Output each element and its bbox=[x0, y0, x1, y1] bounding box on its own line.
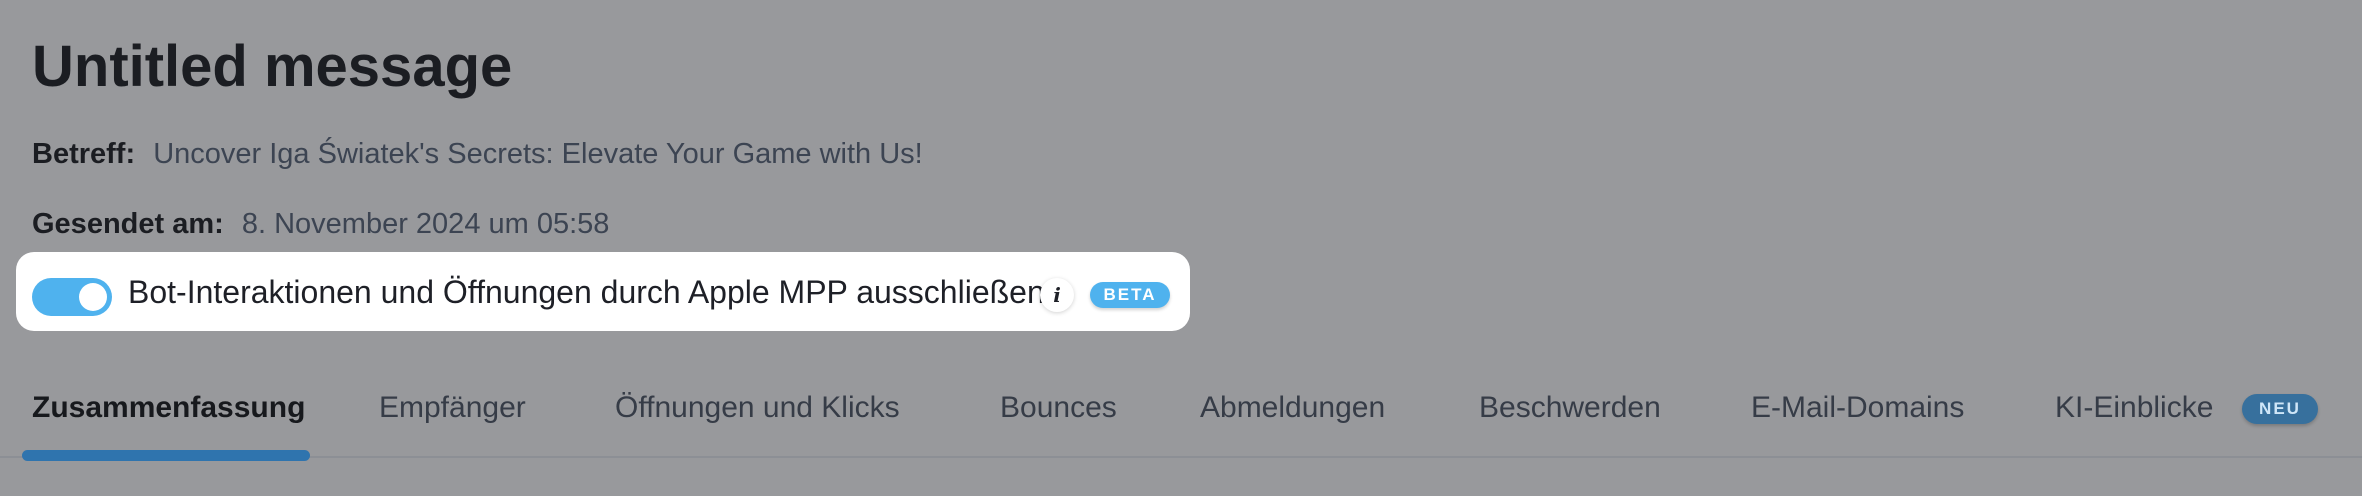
page-title: Untitled message bbox=[32, 34, 513, 99]
subject-label: Betreff: bbox=[32, 138, 136, 170]
active-tab-indicator bbox=[22, 450, 310, 461]
bot-filter-label: Bot-Interaktionen und Öffnungen durch Ap… bbox=[128, 274, 1045, 310]
tab-ki-einblicke[interactable]: KI-Einblicke bbox=[2055, 388, 2213, 428]
tab-zusammenfassung[interactable]: Zusammenfassung bbox=[32, 388, 305, 428]
tab-e-mail-domains[interactable]: E-Mail-Domains bbox=[1751, 388, 1964, 428]
subject-value: Uncover Iga Światek's Secrets: Elevate Y… bbox=[153, 138, 923, 170]
sent-row: Gesendet am: 8. November 2024 um 05:58 bbox=[32, 204, 609, 244]
tab-bounces[interactable]: Bounces bbox=[1000, 388, 1117, 428]
tab-empfaenger[interactable]: Empfänger bbox=[379, 388, 526, 428]
beta-badge: BETA bbox=[1090, 282, 1170, 308]
tab-abmeldungen[interactable]: Abmeldungen bbox=[1200, 388, 1385, 428]
sent-value: 8. November 2024 um 05:58 bbox=[241, 208, 610, 240]
report-tabs: Zusammenfassung Empfänger Öffnungen und … bbox=[0, 380, 2362, 461]
neu-badge: NEU bbox=[2242, 394, 2318, 424]
toggle-knob bbox=[79, 283, 107, 311]
tab-beschwerden[interactable]: Beschwerden bbox=[1479, 388, 1661, 428]
bot-filter-panel: Bot-Interaktionen und Öffnungen durch Ap… bbox=[16, 252, 1190, 331]
tab-oeffnungen-und-klicks[interactable]: Öffnungen und Klicks bbox=[615, 388, 900, 428]
subject-row: Betreff: Uncover Iga Światek's Secrets: … bbox=[32, 134, 923, 174]
info-icon[interactable]: i bbox=[1040, 278, 1074, 312]
bot-filter-toggle[interactable] bbox=[32, 278, 112, 316]
sent-label: Gesendet am: bbox=[32, 208, 224, 240]
tab-divider bbox=[0, 456, 2362, 458]
